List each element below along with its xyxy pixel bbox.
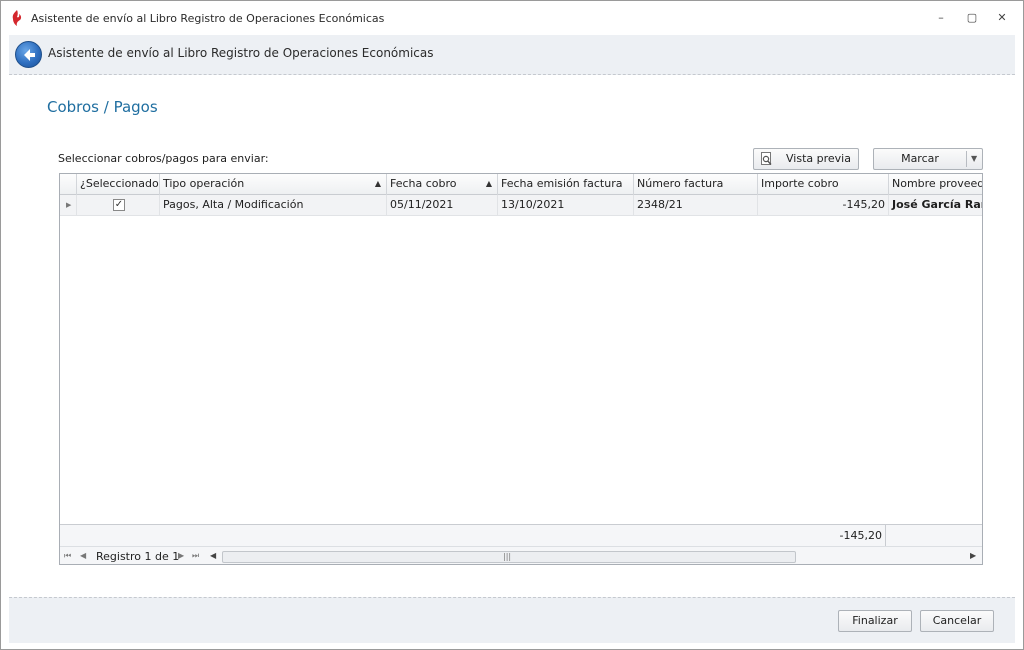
page-title: Cobros / Pagos: [47, 98, 158, 116]
total-importe: -145,20: [758, 525, 886, 547]
column-header-numero[interactable]: Número factura: [634, 174, 758, 195]
row-indicator: ▶: [60, 195, 77, 216]
grid-navigator: ⏮ ◀ Registro 1 de 1 ▶ ⏭ ◀ ||| ▶: [60, 546, 982, 564]
minimize-button[interactable]: –: [931, 10, 951, 26]
finish-button[interactable]: Finalizar: [838, 610, 912, 632]
close-button[interactable]: ✕: [992, 10, 1012, 26]
column-header-importe[interactable]: Importe cobro: [758, 174, 889, 195]
column-label: Fecha cobro: [390, 177, 457, 190]
mark-button[interactable]: Marcar ▼: [873, 148, 983, 170]
column-header-selected[interactable]: ¿Seleccionado?: [77, 174, 160, 195]
preview-label: Vista previa: [786, 152, 851, 165]
wizard-header-title: Asistente de envío al Libro Registro de …: [48, 46, 434, 60]
app-logo-icon: [12, 10, 22, 26]
next-record-icon[interactable]: ▶: [178, 548, 184, 564]
first-record-icon[interactable]: ⏮: [64, 548, 71, 564]
record-counter: Registro 1 de 1: [96, 550, 180, 563]
wizard-header: Asistente de envío al Libro Registro de …: [9, 35, 1015, 75]
back-button[interactable]: [15, 41, 42, 68]
table-row[interactable]: ▶ ✓ Pagos, Alta / Modificación 05/11/202…: [60, 195, 982, 216]
wizard-window: Asistente de envío al Libro Registro de …: [0, 0, 1024, 650]
sort-up-icon: ▲: [374, 179, 381, 188]
scroll-right-icon[interactable]: ▶: [970, 548, 976, 564]
grid-footer-summary: -145,20: [60, 524, 982, 547]
window-title: Asistente de envío al Libro Registro de …: [31, 12, 385, 25]
selected-checkbox[interactable]: ✓: [113, 199, 125, 211]
column-header-proveedor[interactable]: Nombre proveedor: [889, 174, 982, 195]
mark-label: Marcar: [901, 152, 939, 165]
row-indicator-header: [60, 174, 77, 195]
last-record-icon[interactable]: ⏭: [192, 548, 199, 564]
cell-fecha-emision: 13/10/2021: [498, 195, 634, 216]
prev-record-icon[interactable]: ◀: [80, 548, 86, 564]
preview-icon: [761, 152, 772, 165]
back-arrow-icon: [24, 49, 35, 61]
cell-tipo: Pagos, Alta / Modificación: [160, 195, 387, 216]
cell-importe: -145,20: [758, 195, 889, 216]
sort-up-icon: ▲: [485, 179, 492, 188]
scroll-left-icon[interactable]: ◀: [210, 548, 216, 564]
row-pointer-icon: ▶: [66, 201, 72, 209]
column-header-tipo[interactable]: Tipo operación ▲: [160, 174, 387, 195]
scrollbar-grip-icon: |||: [503, 552, 512, 561]
preview-button[interactable]: Vista previa: [753, 148, 859, 170]
horizontal-scrollbar[interactable]: |||: [222, 551, 796, 563]
column-header-fecha-cobro[interactable]: Fecha cobro ▲: [387, 174, 498, 195]
title-bar: Asistente de envío al Libro Registro de …: [1, 1, 1023, 35]
restore-button[interactable]: ▢: [962, 10, 982, 26]
cell-selected: ✓: [77, 195, 160, 216]
records-grid: ¿Seleccionado? Tipo operación ▲ Fecha co…: [59, 173, 983, 565]
column-header-fecha-emision[interactable]: Fecha emisión factura: [498, 174, 634, 195]
column-label: Tipo operación: [163, 177, 245, 190]
split-divider: [966, 151, 967, 167]
select-label: Seleccionar cobros/pagos para enviar:: [58, 152, 269, 165]
cell-fecha-cobro: 05/11/2021: [387, 195, 498, 216]
cancel-button[interactable]: Cancelar: [920, 610, 994, 632]
cell-proveedor: José García Ramos: [892, 198, 982, 211]
grid-header: ¿Seleccionado? Tipo operación ▲ Fecha co…: [60, 174, 982, 195]
cell-numero: 2348/21: [634, 195, 758, 216]
chevron-down-icon[interactable]: ▼: [971, 149, 977, 169]
